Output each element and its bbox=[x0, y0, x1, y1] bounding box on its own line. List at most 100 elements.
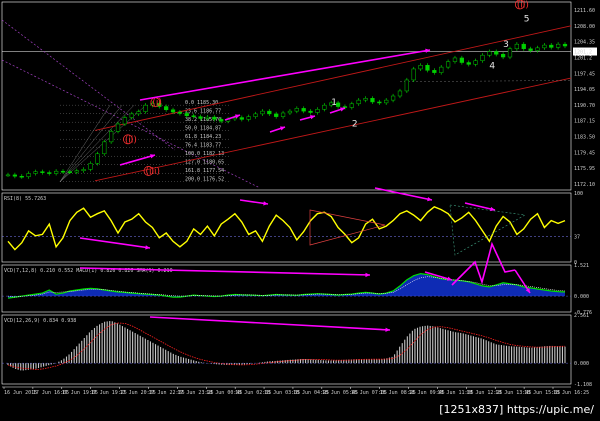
osc-title: VCD(12,26,9) 0.834 0.938 bbox=[4, 318, 76, 324]
candle-body bbox=[439, 66, 444, 73]
candle-body bbox=[109, 131, 114, 143]
price-tick-label: 1175.95 bbox=[574, 166, 595, 172]
osc-tick-label: -1.108 bbox=[574, 382, 592, 388]
support-dotted-line bbox=[399, 80, 572, 82]
candle-body bbox=[370, 98, 375, 103]
candle-body bbox=[397, 90, 403, 97]
candle-body bbox=[356, 99, 361, 105]
last-price-label: 1201.2 bbox=[574, 50, 592, 56]
candle-body bbox=[102, 141, 107, 155]
rsi-panel-frame bbox=[1, 192, 572, 263]
price-tick-label: 1183.50 bbox=[574, 135, 595, 141]
candle-body bbox=[521, 43, 526, 50]
rsi-pattern-wedge bbox=[309, 209, 386, 246]
candle-body bbox=[315, 109, 320, 113]
price-trend-arrow bbox=[139, 49, 431, 101]
wave-label: (ii) bbox=[517, 1, 529, 11]
candle-body bbox=[308, 110, 313, 113]
candle-body bbox=[184, 113, 189, 116]
candle-body bbox=[205, 116, 210, 119]
macd-tick-label: 0.000 bbox=[574, 294, 589, 300]
price-tick-label: 1201.2 bbox=[574, 55, 592, 61]
candle-body bbox=[542, 44, 547, 49]
candle-body bbox=[377, 101, 382, 104]
candle-body bbox=[494, 51, 499, 55]
diagonal-guide-line bbox=[1, 19, 176, 151]
price-tick-label: 1197.45 bbox=[574, 71, 595, 77]
candle-body bbox=[177, 111, 183, 114]
fib-level-label: 61.8 1184.23 bbox=[185, 134, 221, 140]
rsi-tick-label: 37 bbox=[574, 234, 580, 240]
candle-body bbox=[81, 169, 86, 171]
candle-body bbox=[115, 123, 121, 132]
candle-body bbox=[88, 163, 93, 170]
osc-tick-label: 2.561 bbox=[574, 313, 589, 319]
candle-body bbox=[487, 51, 492, 56]
macd-tick-label: 1.521 bbox=[574, 263, 589, 269]
candle-body bbox=[466, 62, 471, 65]
candle-body bbox=[95, 153, 100, 164]
wave-label: 5 bbox=[524, 14, 530, 24]
candle-body bbox=[198, 116, 203, 119]
candle-body bbox=[390, 95, 396, 101]
candle-body bbox=[5, 174, 11, 177]
candle-body bbox=[280, 112, 286, 117]
fib-level-label: 161.8 1177.54 bbox=[185, 168, 224, 174]
candle-body bbox=[342, 106, 348, 108]
candle-body bbox=[535, 47, 540, 51]
candle-body bbox=[260, 110, 265, 115]
candle-body bbox=[54, 170, 59, 174]
candle-body bbox=[514, 43, 519, 50]
wave-label: 1 bbox=[331, 98, 337, 108]
wave-label: 3 bbox=[503, 40, 509, 50]
channel-lower-line bbox=[94, 77, 572, 182]
candle-body bbox=[212, 116, 217, 120]
price-tick-label: 1190.70 bbox=[574, 103, 595, 109]
wave-label: (iii) bbox=[146, 167, 161, 177]
wave-label: 4 bbox=[489, 61, 495, 71]
price-tick-label: 1179.45 bbox=[574, 150, 595, 156]
rsi-title: RSI(8) 55.7263 bbox=[4, 196, 46, 202]
candle-body bbox=[40, 171, 45, 173]
trading-chart: 1211.60 1208.00 1204.35 1201.2 1197.45 1194.0… bbox=[1, 0, 597, 396]
fib-level-label: 200.0 1176.52 bbox=[185, 177, 224, 183]
candle-body bbox=[60, 170, 66, 173]
candle-body bbox=[404, 79, 409, 92]
candle-body bbox=[322, 104, 327, 110]
candle-body bbox=[384, 99, 389, 104]
price-tick-label: 1187.15 bbox=[574, 119, 595, 125]
fib-fan-line bbox=[59, 105, 135, 182]
candle-body bbox=[452, 57, 458, 62]
candle-body bbox=[67, 171, 73, 173]
price-tick-label: 1208.00 bbox=[574, 24, 595, 30]
macd-trend-arrow-head bbox=[365, 272, 370, 278]
candle-body bbox=[219, 119, 224, 122]
candle-body bbox=[19, 175, 24, 178]
price-trend-arrow-head bbox=[280, 126, 285, 131]
osc-trend-arrow-head bbox=[385, 327, 390, 332]
rsi-trend-arrow bbox=[464, 202, 496, 211]
candle-body bbox=[556, 43, 561, 48]
price-tick-label: 1194.05 bbox=[574, 87, 595, 93]
osc-tick-label: 0.000 bbox=[574, 361, 589, 367]
fib-fan-line bbox=[59, 105, 123, 182]
candle-body bbox=[425, 65, 430, 71]
candle-body bbox=[33, 171, 38, 174]
candle-body bbox=[239, 117, 244, 120]
candle-body bbox=[294, 108, 299, 112]
candle-body bbox=[411, 68, 416, 81]
candle-body bbox=[129, 113, 134, 118]
candle-body bbox=[143, 104, 148, 112]
candle-body bbox=[122, 117, 128, 125]
price-panel-frame bbox=[1, 1, 572, 191]
rsi-tick-label: 100 bbox=[574, 191, 583, 197]
fib-level-label: 50.0 1184.87 bbox=[185, 126, 221, 132]
price-tick-label: 1211.60 bbox=[574, 8, 595, 14]
candle-body bbox=[418, 65, 423, 70]
fib-level-label: 127.0 1180.65 bbox=[185, 160, 224, 166]
wave-label: 2 bbox=[352, 120, 358, 130]
candle-body bbox=[170, 109, 176, 113]
wave-label: (ii) bbox=[125, 135, 137, 145]
candle-body bbox=[74, 170, 79, 173]
price-trend-arrow bbox=[119, 154, 156, 166]
